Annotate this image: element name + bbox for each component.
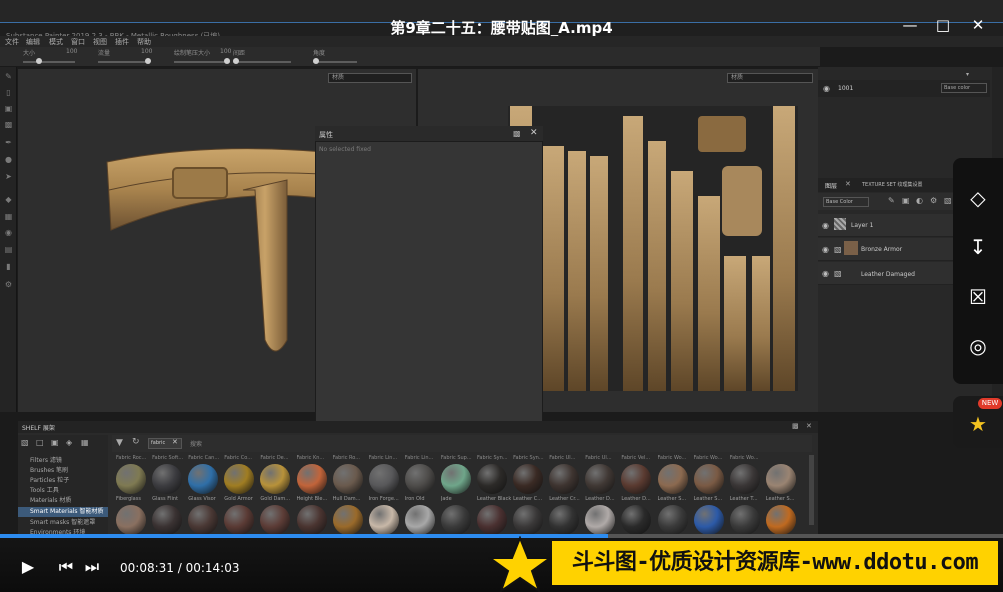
total-time: 00:14:03 xyxy=(185,561,240,575)
material-top-label: Fabric Ul... xyxy=(585,455,612,461)
material-top-label: Fabric Can... xyxy=(188,455,220,461)
material-top-label: Fabric Wo... xyxy=(657,455,687,461)
material-top-label: Fabric Syn... xyxy=(513,455,544,461)
material-top-label: Fabric Roc... xyxy=(116,455,147,461)
material-top-label: Fabric Kn... xyxy=(296,455,325,461)
material-tile[interactable] xyxy=(296,505,327,535)
material-tile[interactable] xyxy=(765,464,796,494)
material-top-label: Fabric Syn... xyxy=(477,455,508,461)
record-icon[interactable]: ◎ xyxy=(966,334,990,358)
material-label: Iron Forge... xyxy=(368,496,399,502)
current-time: 00:08:31 xyxy=(120,561,174,575)
delete-icon[interactable]: ☒ xyxy=(966,285,990,309)
share-icon[interactable]: ◇ xyxy=(966,186,990,210)
material-label: Hull Dam... xyxy=(332,496,361,502)
material-top-label: Fabric Sup... xyxy=(440,455,472,461)
star-logo xyxy=(488,536,552,592)
material-tile[interactable] xyxy=(729,505,760,535)
material-label: Leather Black xyxy=(477,496,511,502)
material-tile[interactable] xyxy=(368,464,399,494)
material-label: Leather S... xyxy=(657,496,687,502)
material-label: Leather Cr... xyxy=(549,496,580,502)
material-tile[interactable] xyxy=(260,464,291,494)
material-label: Leather C... xyxy=(513,496,543,502)
material-tile[interactable] xyxy=(477,464,507,494)
material-tile[interactable] xyxy=(657,464,688,494)
play-icon[interactable]: ▶ xyxy=(17,556,39,578)
material-top-label: Fabric Ul... xyxy=(549,455,576,461)
material-label: Gold Armor xyxy=(224,496,253,502)
new-badge: NEW xyxy=(978,398,1002,409)
material-tile[interactable] xyxy=(260,505,291,535)
material-top-label: Fabric Lin... xyxy=(404,455,434,461)
material-tile[interactable] xyxy=(188,464,219,494)
material-label: Leather D... xyxy=(621,496,651,502)
material-top-label: Fabric Lin... xyxy=(368,455,398,461)
material-tile[interactable] xyxy=(477,505,507,535)
shelf-scrollbar[interactable] xyxy=(809,455,814,525)
material-tile[interactable] xyxy=(513,464,544,494)
material-tile[interactable] xyxy=(549,505,580,535)
download-icon[interactable]: ↧ xyxy=(966,235,990,259)
material-label: Leather D... xyxy=(585,496,615,502)
material-label: Gold Dam... xyxy=(260,496,291,502)
material-label: Leather T... xyxy=(729,496,758,502)
material-tile[interactable] xyxy=(585,464,616,494)
material-tile[interactable] xyxy=(224,464,255,494)
material-tile[interactable] xyxy=(332,464,363,494)
material-tile[interactable] xyxy=(404,464,435,494)
material-tile[interactable] xyxy=(729,464,760,494)
material-tile[interactable] xyxy=(585,505,616,535)
material-top-label: Fabric Ro... xyxy=(332,455,361,461)
material-tile[interactable] xyxy=(513,505,544,535)
material-tile[interactable] xyxy=(332,505,363,535)
time-display: 00:08:31 / 00:14:03 xyxy=(120,561,239,575)
material-top-label: Fabric Co... xyxy=(224,455,252,461)
material-tile[interactable] xyxy=(224,505,255,535)
material-tile[interactable] xyxy=(440,464,471,494)
material-top-label: Fabric Wo... xyxy=(729,455,759,461)
material-tile[interactable] xyxy=(368,505,399,535)
material-tile[interactable] xyxy=(116,505,146,535)
material-tile[interactable] xyxy=(693,464,724,494)
material-tile[interactable] xyxy=(621,464,652,494)
pin-icon[interactable]: ★ xyxy=(966,412,990,436)
material-tile[interactable] xyxy=(440,505,471,535)
material-tile[interactable] xyxy=(657,505,688,535)
material-label: Jade xyxy=(440,496,452,502)
material-top-label: Fabric Vel... xyxy=(621,455,651,461)
material-tile[interactable] xyxy=(116,464,146,494)
material-tile[interactable] xyxy=(404,505,435,535)
material-top-label: Fabric Soft... xyxy=(152,455,184,461)
material-label: Leather S... xyxy=(693,496,723,502)
material-tile[interactable] xyxy=(621,505,652,535)
material-tile[interactable] xyxy=(549,464,580,494)
video-player-window: Substance Painter 2019.2.3 - BBK - Metal… xyxy=(0,0,1003,592)
previous-icon[interactable]: ⏮ xyxy=(55,556,77,578)
material-label: Glass Visor xyxy=(188,496,216,502)
material-label: Height Ble... xyxy=(296,496,328,502)
material-label: Glass Flint xyxy=(152,496,179,502)
material-top-label: Fabric Wo... xyxy=(693,455,723,461)
material-tile[interactable] xyxy=(693,505,724,535)
material-tile[interactable] xyxy=(152,464,183,494)
time-separator: / xyxy=(173,561,186,575)
material-label: Fiberglass xyxy=(116,496,141,502)
material-top-label: Fabric De... xyxy=(260,455,289,461)
material-tile[interactable] xyxy=(152,505,183,535)
material-label: Leather S... xyxy=(765,496,795,502)
material-tile[interactable] xyxy=(188,505,219,535)
material-tile[interactable] xyxy=(296,464,327,494)
watermark-text: 斗斗图-优质设计资源库-www.ddotu.com xyxy=(571,550,979,575)
material-tile[interactable] xyxy=(765,505,796,535)
material-grid: Fabric Roc... Fabric Soft... Fabric Can...… xyxy=(0,0,1003,592)
next-icon[interactable]: ⏭ xyxy=(81,556,103,578)
material-label: Iron Old xyxy=(404,496,425,502)
